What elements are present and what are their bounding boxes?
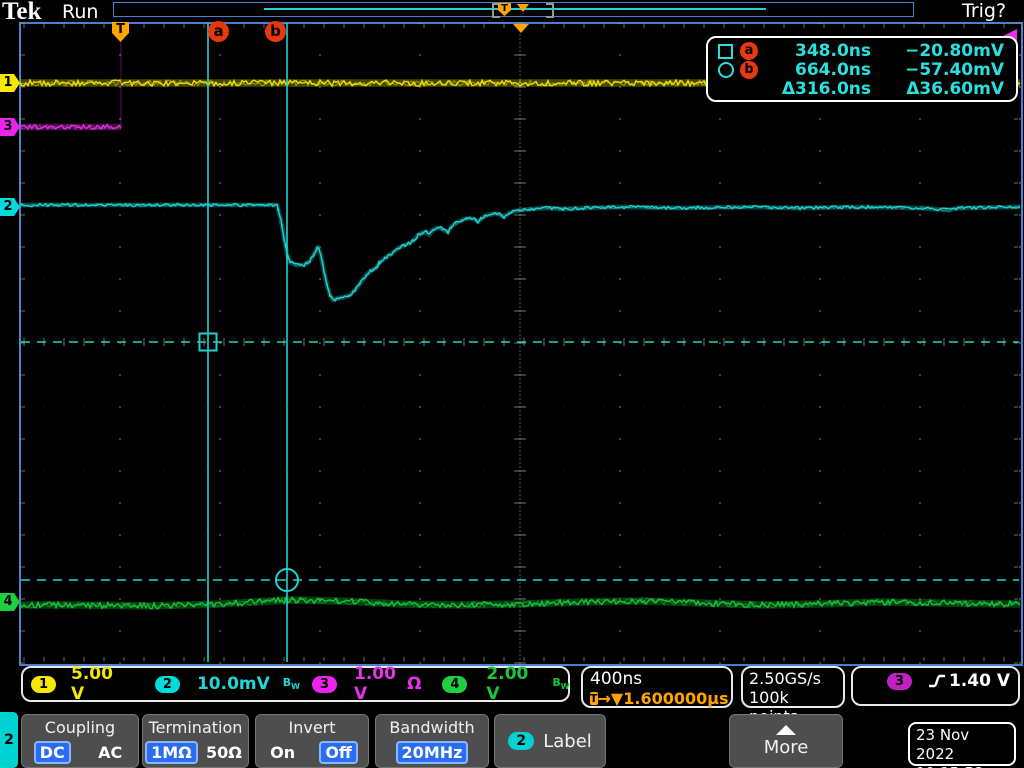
horizontal-readout[interactable]: 400ns T → ▼ 1.600000µs bbox=[581, 666, 733, 708]
cursor-a-value: −20.80mV bbox=[905, 41, 1004, 61]
channel-2-scale: 10.0mV bbox=[196, 674, 270, 694]
rising-edge-icon bbox=[929, 674, 945, 688]
cursor-a-square-icon bbox=[718, 43, 733, 59]
channel-4-bandwidth-limit-icon: BW bbox=[552, 676, 570, 692]
bandwidth-button[interactable]: Bandwidth 20MHz bbox=[375, 714, 489, 768]
channel-3-readout[interactable]: 3 1.00 V Ω bbox=[312, 664, 421, 704]
trigger-readout[interactable]: 3 1.40 V bbox=[851, 666, 1020, 706]
channel-4-badge: 4 bbox=[442, 675, 468, 693]
invert-option-on[interactable]: On bbox=[266, 743, 299, 762]
channel-2-readout[interactable]: 2 10.0mV BW bbox=[154, 674, 300, 694]
channel-2-number: 2 bbox=[3, 199, 13, 214]
oscilloscope-screen: Tek Run Trig? T T a b 1 3 2 4 a 348.0ns … bbox=[0, 0, 1024, 768]
record-view-bar[interactable]: T bbox=[113, 2, 914, 18]
cursor-a-badge: a bbox=[740, 42, 758, 60]
label-title: Label bbox=[543, 730, 592, 752]
invert-button[interactable]: Invert On Off bbox=[255, 714, 369, 768]
waveform-display bbox=[19, 22, 1021, 664]
cursor-b-time: 664.0ns bbox=[795, 60, 871, 80]
cursor-a-handle[interactable]: a bbox=[208, 21, 229, 42]
cursor-b-row: b 664.0ns −57.40mV bbox=[718, 60, 1004, 80]
cursor-delta-time: Δ316.0ns bbox=[781, 79, 871, 99]
coupling-title: Coupling bbox=[44, 718, 116, 737]
cursor-delta-value: Δ36.60mV bbox=[906, 79, 1004, 99]
invert-option-off[interactable]: Off bbox=[319, 741, 358, 764]
invert-title: Invert bbox=[288, 718, 336, 737]
trigger-source-badge: 3 bbox=[887, 672, 912, 690]
cursor-readout-box: a 348.0ns −20.80mV b 664.0ns −57.40mV Δ3… bbox=[706, 36, 1018, 102]
trace-ch2 bbox=[19, 202, 1021, 303]
channel-readout-bar: 1 5.00 V 2 10.0mV BW 3 1.00 V Ω 4 2.00 V… bbox=[21, 664, 570, 704]
termination-title: Termination bbox=[148, 718, 243, 737]
acquisition-readout: 2.50GS/s 100k points bbox=[741, 666, 845, 726]
window-bracket-right bbox=[546, 3, 554, 18]
time: 19:25:58 bbox=[916, 764, 1008, 768]
label-channel-badge: 2 bbox=[508, 732, 535, 750]
coupling-button[interactable]: Coupling DC AC bbox=[21, 714, 139, 768]
expansion-point-icon bbox=[513, 24, 529, 33]
channel-4-scale: 2.00 V bbox=[486, 664, 529, 704]
channel-3-number: 3 bbox=[3, 119, 13, 134]
channel-3-badge: 3 bbox=[312, 675, 337, 693]
bandwidth-title: Bandwidth bbox=[389, 718, 475, 737]
trigger-status: Trig? bbox=[962, 0, 1007, 22]
sample-rate: 2.50GS/s bbox=[749, 669, 821, 688]
delay-trigger-icon: T bbox=[590, 692, 598, 705]
more-arrow-icon bbox=[776, 724, 796, 735]
channel-2-bandwidth-limit-icon: BW bbox=[282, 676, 300, 692]
channel-3-termination-symbol: Ω bbox=[406, 674, 422, 694]
label-button[interactable]: 2 Label bbox=[494, 714, 606, 768]
channel-3-scale: 1.00 V bbox=[354, 664, 396, 704]
coupling-option-ac[interactable]: AC bbox=[94, 743, 126, 762]
tek-logo: Tek bbox=[2, 0, 42, 25]
cursor-delta-row: Δ316.0ns Δ36.60mV bbox=[718, 79, 1004, 99]
termination-option-50[interactable]: 50Ω bbox=[202, 743, 246, 762]
cursor-a-row: a 348.0ns −20.80mV bbox=[718, 41, 1004, 61]
menu-channel-tab: 2 bbox=[0, 712, 18, 768]
bandwidth-option-20mhz[interactable]: 20MHz bbox=[395, 741, 469, 764]
channel-1-scale: 5.00 V bbox=[71, 664, 113, 704]
channel-1-number: 1 bbox=[3, 75, 13, 90]
channel-4-number: 4 bbox=[3, 594, 13, 609]
termination-option-1m[interactable]: 1MΩ bbox=[145, 741, 198, 764]
acquisition-status: Run bbox=[62, 1, 99, 23]
cursor-b-circle-icon bbox=[718, 62, 734, 78]
record-expansion-icon bbox=[517, 4, 529, 12]
termination-button[interactable]: Termination 1MΩ 50Ω bbox=[142, 714, 249, 768]
trigger-level: 1.40 V bbox=[948, 671, 1010, 691]
cursor-b-handle[interactable]: b bbox=[265, 21, 286, 42]
horizontal-delay: T → ▼ 1.600000µs bbox=[590, 689, 729, 708]
channel-1-readout[interactable]: 1 5.00 V bbox=[31, 664, 113, 704]
more-button[interactable]: More bbox=[729, 714, 843, 768]
cursor-b-value: −57.40mV bbox=[905, 60, 1004, 80]
date: 23 Nov 2022 bbox=[916, 726, 970, 763]
coupling-option-dc[interactable]: DC bbox=[33, 741, 71, 764]
channel-4-readout[interactable]: 4 2.00 V BW bbox=[442, 664, 570, 704]
more-title: More bbox=[763, 736, 809, 758]
horizontal-scale: 400ns bbox=[590, 669, 643, 689]
trace-ch3 bbox=[19, 123, 122, 131]
cursor-b-badge: b bbox=[740, 61, 758, 79]
channel-1-badge: 1 bbox=[31, 675, 56, 693]
graticule-grid bbox=[19, 22, 1021, 664]
channel-2-badge: 2 bbox=[154, 675, 180, 693]
datetime-box: 23 Nov 2022 19:25:58 bbox=[908, 722, 1016, 768]
record-waveform-line bbox=[264, 8, 766, 10]
cursor-a-time: 348.0ns bbox=[795, 41, 871, 61]
